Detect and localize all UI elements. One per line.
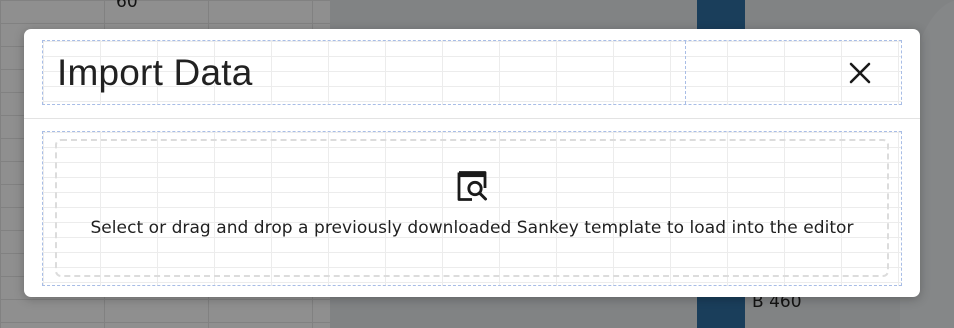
close-button[interactable] [847, 60, 873, 86]
file-drop-zone[interactable]: Select or drag and drop a previously dow… [55, 139, 889, 277]
file-search-icon [457, 171, 487, 201]
drop-zone-instructions: Select or drag and drop a previously dow… [90, 218, 854, 238]
modal-close-container [686, 41, 901, 104]
modal-body: Select or drag and drop a previously dow… [42, 131, 902, 286]
modal-header: Import Data [42, 40, 902, 105]
modal-title: Import Data [57, 51, 253, 93]
import-data-modal: Import Data Select or drag and drop a pr… [24, 29, 920, 297]
header-divider [24, 118, 920, 119]
close-icon [849, 62, 871, 83]
modal-title-container: Import Data [43, 41, 686, 104]
